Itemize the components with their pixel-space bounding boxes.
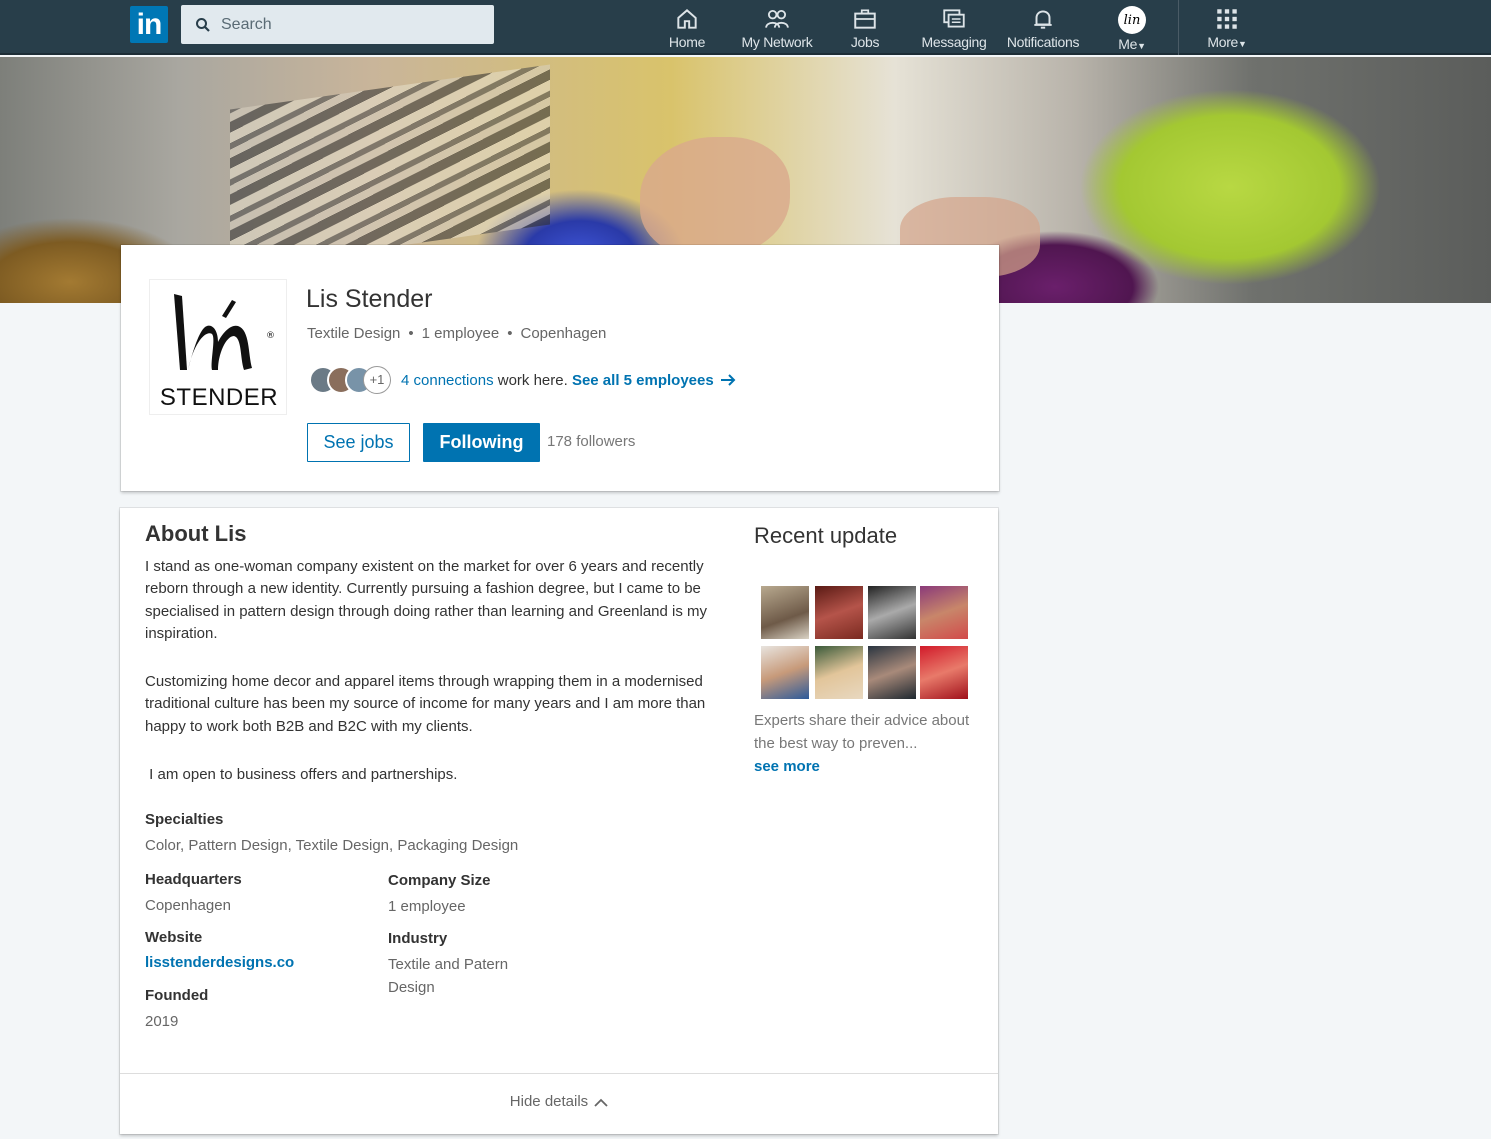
- about-title: About Lis: [145, 521, 247, 546]
- specialties-label: Specialties: [145, 811, 224, 828]
- avatar: lin: [1118, 6, 1146, 34]
- see-more-link[interactable]: see more: [754, 758, 820, 775]
- cover-hand-decoration: [640, 137, 790, 257]
- thumbnail-image: [868, 646, 916, 699]
- home-icon: [677, 9, 697, 29]
- bell-icon: [1034, 10, 1052, 29]
- thumbnail-image: [815, 586, 863, 639]
- specialties-value: Color, Pattern Design, Textile Design, P…: [145, 837, 519, 854]
- thumbnail-image: [868, 586, 916, 639]
- grid-icon: [1217, 9, 1237, 29]
- following-button[interactable]: Following: [423, 423, 540, 462]
- svg-text:®: ®: [266, 331, 275, 341]
- company-name: Lis Stender: [306, 285, 433, 313]
- nav-network-label: My Network: [741, 34, 813, 50]
- hide-details-toggle[interactable]: Hide details: [120, 1093, 998, 1110]
- network-icon: [765, 9, 789, 28]
- nav-more[interactable]: More▼: [1182, 6, 1272, 50]
- nav-me-label: Me: [1118, 36, 1138, 52]
- nav-notifications-label: Notifications: [1006, 34, 1080, 50]
- connections-row: +1 4 connections work here. See all 5 em…: [309, 366, 736, 394]
- thumbnail-image: [761, 646, 809, 699]
- connections-text: work here.: [493, 371, 572, 389]
- company-top-card: ® STENDER Lis Stender Textile Design • 1 e…: [121, 245, 999, 491]
- company-logo-word: STENDER: [159, 384, 279, 411]
- recent-update-title: Recent update: [754, 523, 898, 548]
- meta-separator: •: [408, 325, 414, 342]
- about-paragraph: Customizing home decor and apparel items…: [145, 673, 710, 735]
- nav-divider: [1178, 0, 1179, 55]
- nav-home-label: Home: [668, 34, 706, 50]
- messaging-icon: [943, 9, 965, 28]
- company-meta: Textile Design • 1 employee • Copenhagen: [307, 325, 606, 342]
- about-paragraph: I stand as one-woman company existent on…: [145, 558, 712, 642]
- nav-messaging-label: Messaging: [921, 34, 987, 50]
- founded-value: 2019: [145, 1013, 179, 1030]
- founded-label: Founded: [145, 987, 209, 1004]
- company-size: 1 employee: [421, 325, 500, 342]
- cover-pencils-decoration: [230, 64, 550, 270]
- chevron-down-icon: ▼: [1137, 41, 1146, 51]
- search-icon: [196, 17, 210, 32]
- website-link[interactable]: lisstenderdesigns.co: [145, 954, 294, 971]
- thumbnail-image: [920, 646, 968, 699]
- nav-jobs[interactable]: Jobs: [820, 6, 910, 50]
- connection-avatars[interactable]: +1: [309, 366, 395, 394]
- top-nav: in Home My Network Jobs Messaging Notifi…: [0, 0, 1491, 55]
- headquarters-label: Headquarters: [145, 871, 242, 888]
- thumbnail-image: [920, 586, 968, 639]
- hide-details-label: Hide details: [509, 1093, 589, 1110]
- nav-jobs-label: Jobs: [850, 34, 880, 50]
- nav-messaging[interactable]: Messaging: [909, 6, 999, 50]
- company-size-value: 1 employee: [388, 898, 466, 915]
- company-logo-mark: ®: [174, 294, 275, 370]
- briefcase-icon: [854, 9, 876, 29]
- industry-label: Industry: [388, 930, 448, 947]
- industry-value: Textile and Patern Design: [388, 956, 509, 996]
- company-location: Copenhagen: [520, 325, 607, 342]
- website-label: Website: [145, 929, 203, 946]
- nav-more-label: More: [1207, 34, 1239, 50]
- about-card: About Lis I stand as one-woman company e…: [120, 508, 998, 1134]
- recent-update-text: Experts share their advice about the bes…: [754, 712, 970, 752]
- nav-more-wrap: More▼: [1182, 34, 1272, 50]
- see-all-employees-link[interactable]: See all 5 employees: [572, 372, 714, 389]
- nav-my-network[interactable]: My Network: [732, 6, 822, 50]
- see-jobs-button[interactable]: See jobs: [307, 423, 410, 462]
- nav-me-wrap: Me▼: [1087, 36, 1177, 52]
- company-size-label: Company Size: [388, 872, 491, 889]
- about-card-footer: Hide details: [120, 1073, 998, 1134]
- about-description: I stand as one-woman company existent on…: [145, 556, 715, 812]
- nav-home[interactable]: Home: [642, 6, 732, 50]
- linkedin-logo[interactable]: in: [130, 6, 168, 43]
- thumbnail-image: [815, 646, 863, 699]
- more-connections-badge: +1: [363, 366, 391, 394]
- search-input[interactable]: [221, 15, 471, 34]
- headquarters-value: Copenhagen: [145, 897, 231, 914]
- nav-notifications[interactable]: Notifications: [998, 6, 1088, 50]
- nav-me[interactable]: lin Me▼: [1087, 6, 1177, 52]
- company-industry: Textile Design: [307, 325, 401, 342]
- chevron-down-icon: ▼: [1238, 39, 1247, 49]
- followers-count: 178 followers: [547, 433, 636, 450]
- thumbnail-image: [761, 586, 809, 639]
- about-paragraph: I am open to business offers and partner…: [145, 766, 458, 784]
- connections-link[interactable]: 4 connections: [401, 372, 494, 389]
- chevron-up-icon: [594, 1098, 608, 1107]
- search-box[interactable]: [181, 5, 494, 44]
- arrow-right-icon[interactable]: [720, 373, 736, 387]
- meta-separator: •: [507, 325, 513, 342]
- company-logo: ® STENDER: [149, 279, 287, 415]
